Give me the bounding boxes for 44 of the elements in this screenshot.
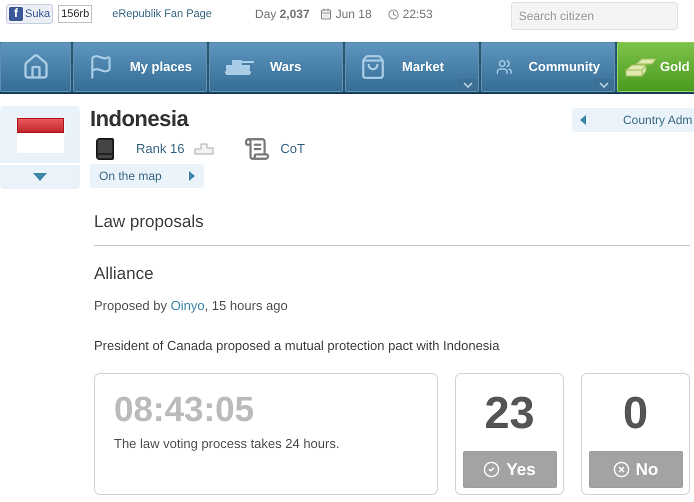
country-name: Indonesia bbox=[90, 106, 190, 132]
countdown-timer: 08:43:05 bbox=[114, 390, 256, 430]
flag-icon bbox=[16, 118, 64, 153]
check-icon bbox=[483, 461, 500, 478]
nav-item[interactable]: Community bbox=[481, 42, 615, 92]
nav-item[interactable]: Wars bbox=[209, 42, 343, 92]
search-field[interactable]: Search citizen bbox=[510, 2, 678, 30]
like-button[interactable]: f Suka bbox=[6, 4, 54, 24]
date-text: Jun 18 bbox=[336, 6, 372, 23]
time-text: 22:53 bbox=[402, 6, 433, 23]
countdown-note: The law voting process takes 24 hours. bbox=[114, 435, 340, 453]
proposer-link[interactable]: Oinyo bbox=[170, 298, 205, 313]
party-link[interactable]: CoT bbox=[280, 139, 305, 159]
country-admin-button[interactable]: Country Adm bbox=[572, 108, 694, 132]
map-link[interactable]: On the map bbox=[90, 164, 204, 188]
proposal-title: Alliance bbox=[94, 262, 155, 284]
nav-item[interactable]: Gold bbox=[617, 42, 694, 92]
ingot-icon bbox=[624, 56, 658, 78]
podium-icon bbox=[194, 143, 214, 155]
like-count: 156rb bbox=[58, 5, 92, 23]
facebook-logo: f bbox=[9, 7, 23, 21]
proposed-by-text: Proposed by Oinyo, 15 hours ago bbox=[94, 297, 289, 315]
cross-icon bbox=[612, 461, 630, 478]
clock-icon bbox=[388, 8, 399, 20]
home-icon bbox=[22, 53, 50, 81]
bag-icon bbox=[360, 54, 386, 80]
dropdown-icon[interactable] bbox=[458, 79, 478, 91]
nav-item[interactable]: Market bbox=[345, 42, 479, 92]
dropdown-icon[interactable] bbox=[594, 79, 614, 91]
fan-page-link[interactable]: eRepublik Fan Page bbox=[112, 6, 212, 22]
caret-right-icon bbox=[189, 171, 195, 181]
caret-icon bbox=[33, 173, 47, 181]
caret-left-icon bbox=[580, 115, 586, 125]
home-button[interactable] bbox=[0, 42, 71, 92]
nav-item[interactable]: My places bbox=[73, 42, 207, 92]
calendar-icon bbox=[320, 8, 332, 20]
rank-text: Rank 16 bbox=[136, 140, 184, 158]
tank-icon bbox=[224, 58, 254, 76]
vote-count: 0 bbox=[622, 388, 648, 438]
proposal-description: President of Canada proposed a mutual protection pact with Indonesia bbox=[94, 336, 500, 355]
day-counter: Day 2,037 bbox=[254, 6, 310, 23]
section-title: Law proposals bbox=[94, 209, 690, 246]
scroll-icon bbox=[244, 135, 270, 163]
vote-count: 23 bbox=[484, 388, 535, 438]
